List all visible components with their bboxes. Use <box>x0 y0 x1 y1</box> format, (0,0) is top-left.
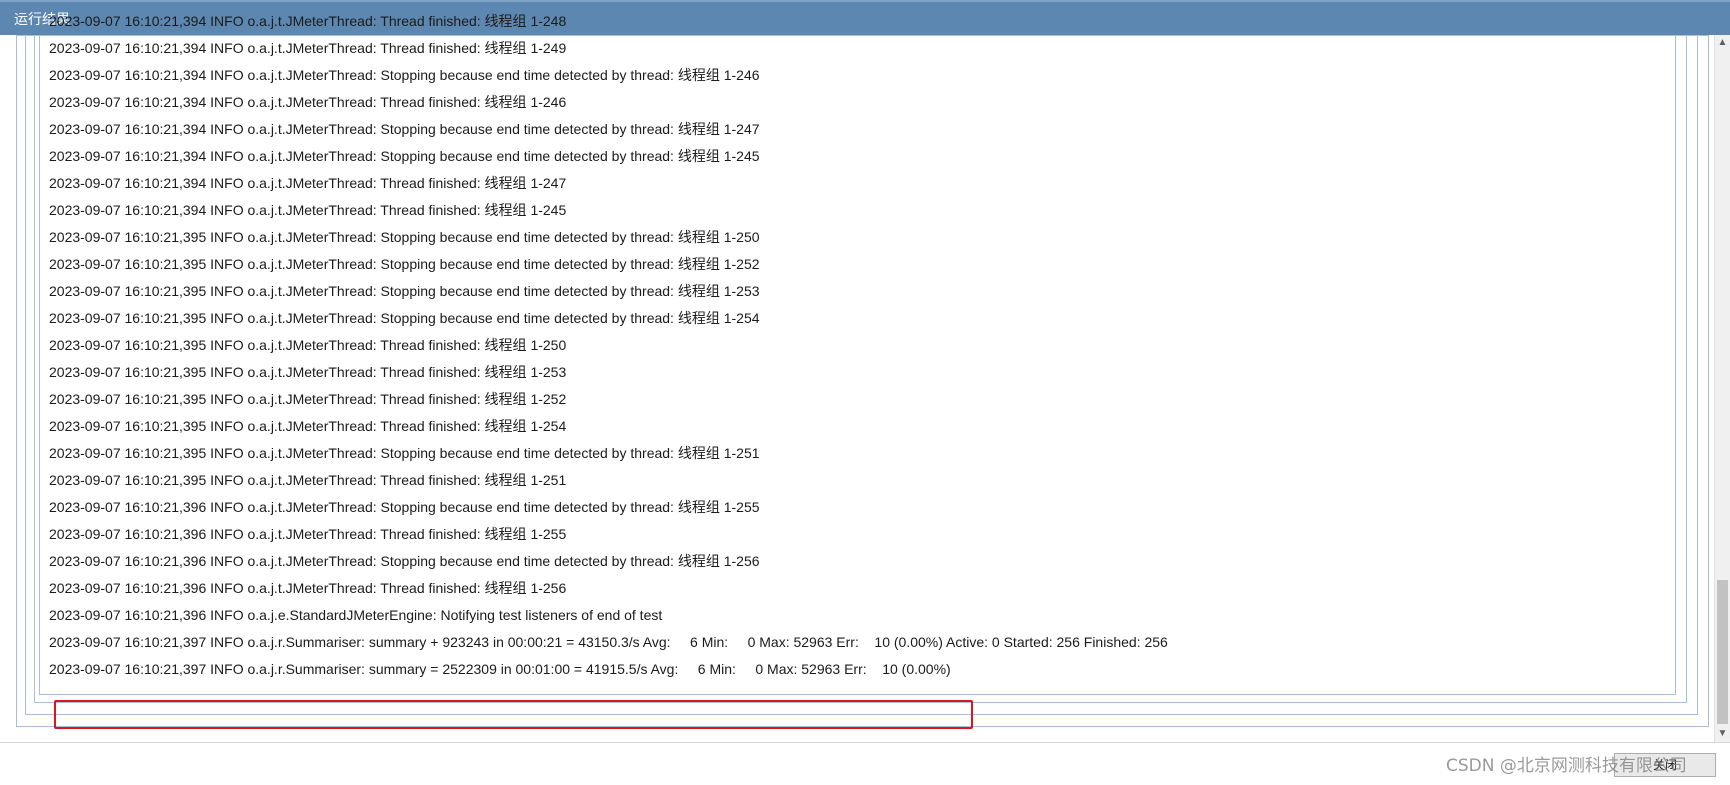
log-line: 2023-09-07 16:10:21,396 INFO o.a.j.t.JMe… <box>49 526 567 542</box>
log-line: 2023-09-07 16:10:21,394 INFO o.a.j.t.JMe… <box>49 202 567 218</box>
log-line: 2023-09-07 16:10:21,395 INFO o.a.j.t.JMe… <box>49 310 760 326</box>
close-button[interactable]: 关闭 <box>1614 753 1716 777</box>
log-line: 2023-09-07 16:10:21,397 INFO o.a.j.r.Sum… <box>49 661 951 677</box>
log-line: 2023-09-07 16:10:21,394 INFO o.a.j.t.JMe… <box>49 175 567 191</box>
log-line: 2023-09-07 16:10:21,394 INFO o.a.j.t.JMe… <box>49 148 760 164</box>
log-line: 2023-09-07 16:10:21,395 INFO o.a.j.t.JMe… <box>49 283 760 299</box>
summary-highlight-box <box>54 700 973 729</box>
log-line: 2023-09-07 16:10:21,395 INFO o.a.j.t.JMe… <box>49 229 760 245</box>
scroll-up-arrow-icon[interactable]: ▲ <box>1715 35 1730 51</box>
log-line: 2023-09-07 16:10:21,394 INFO o.a.j.t.JMe… <box>49 67 760 83</box>
log-line: 2023-09-07 16:10:21,395 INFO o.a.j.t.JMe… <box>49 418 567 434</box>
log-line: 2023-09-07 16:10:21,395 INFO o.a.j.t.JMe… <box>49 337 567 353</box>
results-panel: 2023-09-07 16:10:21,394 INFO o.a.j.t.JMe… <box>0 13 1714 742</box>
log-line: 2023-09-07 16:10:21,396 INFO o.a.j.e.Sta… <box>49 607 663 623</box>
log-line: 2023-09-07 16:10:21,395 INFO o.a.j.t.JMe… <box>49 256 760 272</box>
log-line: 2023-09-07 16:10:21,394 INFO o.a.j.t.JMe… <box>49 13 567 29</box>
vertical-scrollbar[interactable]: ▲ ▼ <box>1714 35 1730 742</box>
log-line: 2023-09-07 16:10:21,396 INFO o.a.j.t.JMe… <box>49 499 760 515</box>
log-line: 2023-09-07 16:10:21,394 INFO o.a.j.t.JMe… <box>49 121 760 137</box>
log-line: 2023-09-07 16:10:21,395 INFO o.a.j.t.JMe… <box>49 391 567 407</box>
dialog-footer: 关闭 CSDN @北京网测科技有限公司 <box>0 742 1730 785</box>
log-line: 2023-09-07 16:10:21,396 INFO o.a.j.t.JMe… <box>49 580 567 596</box>
log-line: 2023-09-07 16:10:21,397 INFO o.a.j.r.Sum… <box>49 634 1168 650</box>
log-line: 2023-09-07 16:10:21,395 INFO o.a.j.t.JMe… <box>49 472 567 488</box>
log-line: 2023-09-07 16:10:21,394 INFO o.a.j.t.JMe… <box>49 40 567 56</box>
log-output[interactable]: 2023-09-07 16:10:21,394 INFO o.a.j.t.JMe… <box>49 8 1649 683</box>
scrollbar-thumb[interactable] <box>1717 580 1728 724</box>
log-line: 2023-09-07 16:10:21,395 INFO o.a.j.t.JMe… <box>49 445 760 461</box>
scroll-down-arrow-icon[interactable]: ▼ <box>1715 726 1730 742</box>
log-line: 2023-09-07 16:10:21,394 INFO o.a.j.t.JMe… <box>49 94 567 110</box>
log-line: 2023-09-07 16:10:21,395 INFO o.a.j.t.JMe… <box>49 364 567 380</box>
log-line: 2023-09-07 16:10:21,396 INFO o.a.j.t.JMe… <box>49 553 760 569</box>
